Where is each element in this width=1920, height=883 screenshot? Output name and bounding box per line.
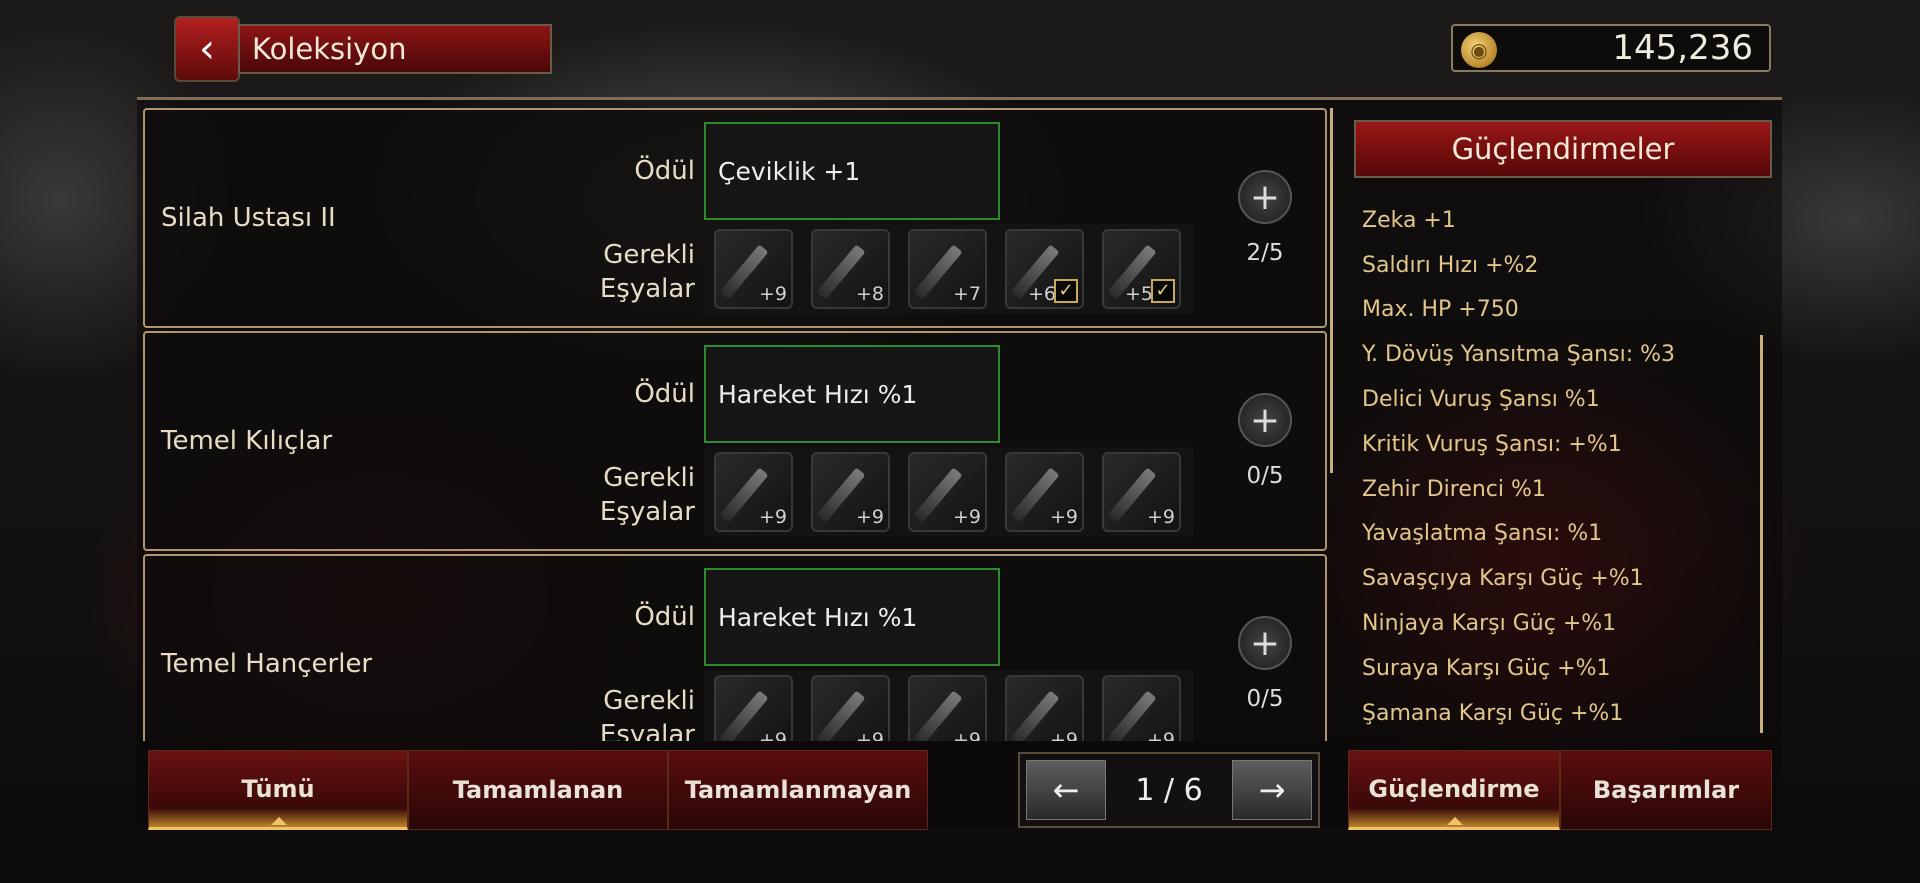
add-button[interactable]: +: [1238, 170, 1292, 224]
tab-achievements[interactable]: Başarımlar: [1560, 750, 1772, 830]
item-slot[interactable]: +7: [908, 229, 987, 309]
list-scrollbar[interactable]: [1330, 108, 1333, 473]
item-slot[interactable]: +9: [714, 452, 793, 532]
collection-name: Silah Ustası II: [161, 203, 336, 233]
collection-card: Silah Ustası II Ödül Çeviklik +1 Gerekli…: [143, 108, 1327, 328]
reward-value: Hareket Hızı %1: [704, 568, 1000, 666]
arrow-right-icon: →: [1258, 771, 1286, 809]
side-tabs: Güçlendirme Başarımlar: [1348, 750, 1772, 830]
buff-scrollbar[interactable]: [1760, 335, 1763, 733]
item-slot[interactable]: +9: [908, 452, 987, 532]
required-items: +9 +8 +7 +6 ✓ +5 ✓: [704, 224, 1194, 314]
checkmark-icon: ✓: [1151, 279, 1175, 303]
next-page-button[interactable]: →: [1231, 760, 1312, 820]
buff-item: Y. Dövüş Yansıtma Şansı: %3: [1362, 342, 1675, 368]
currency-amount: 145,236: [1612, 28, 1753, 68]
coin-icon: ◉: [1461, 32, 1497, 68]
prev-page-button[interactable]: ←: [1026, 760, 1106, 820]
add-button[interactable]: +: [1238, 393, 1292, 447]
buff-item: Şamana Karşı Güç +%1: [1362, 700, 1624, 726]
item-slot[interactable]: +9: [1102, 452, 1181, 532]
buff-list: Zeka +1 Saldırı Hızı +%2 Max. HP +750 Y.…: [1362, 198, 1762, 736]
buff-item: Yavaşlatma Şansı: %1: [1362, 521, 1603, 547]
item-slot[interactable]: +9: [1005, 675, 1084, 741]
tab-completed[interactable]: Tamamlanan: [408, 750, 668, 830]
buff-item: Ninjaya Karşı Güç +%1: [1362, 611, 1617, 637]
item-slot[interactable]: +9: [1102, 675, 1181, 741]
page-indicator: 1 / 6: [1135, 772, 1203, 808]
tab-incomplete[interactable]: Tamamlanmayan: [668, 750, 928, 830]
buff-panel-title: Güçlendirmeler: [1354, 120, 1772, 178]
collection-list[interactable]: Silah Ustası II Ödül Çeviklik +1 Gerekli…: [143, 108, 1328, 741]
required-items-label: Gerekli Eşyalar: [599, 240, 695, 304]
pagination: ← 1 / 6 →: [1018, 752, 1320, 828]
tab-all[interactable]: Tümü: [148, 750, 408, 830]
item-slot[interactable]: +9: [714, 229, 793, 309]
item-slot[interactable]: +9: [908, 675, 987, 741]
tab-buffs[interactable]: Güçlendirme: [1348, 750, 1560, 830]
collection-card: Temel Kılıçlar Ödül Hareket Hızı %1 Gere…: [143, 331, 1327, 551]
buff-item: Delici Vuruş Şansı %1: [1362, 387, 1600, 413]
reward-label: Ödül: [634, 156, 695, 186]
reward-label: Ödül: [634, 602, 695, 632]
buff-item: Savaşçıya Karşı Güç +%1: [1362, 566, 1644, 592]
required-items-label: Gerekli Eşyalar: [599, 686, 695, 741]
reward-label: Ödül: [634, 379, 695, 409]
reward-value: Hareket Hızı %1: [704, 345, 1000, 443]
item-slot[interactable]: +9: [714, 675, 793, 741]
checkmark-icon: ✓: [1054, 279, 1078, 303]
page-title: Koleksiyon: [238, 24, 552, 74]
header: ‹ Koleksiyon: [174, 16, 552, 82]
buff-item: Saldırı Hızı +%2: [1362, 252, 1539, 278]
buff-item: Kritik Vuruş Şansı: +%1: [1362, 431, 1622, 457]
back-button[interactable]: ‹: [174, 16, 240, 82]
required-items: +9 +9 +9 +9 +9: [704, 447, 1194, 537]
buff-panel: Güçlendirmeler Zeka +1 Saldırı Hızı +%2 …: [1347, 108, 1777, 738]
collection-name: Temel Hançerler: [161, 649, 373, 679]
reward-value: Çeviklik +1: [704, 122, 1000, 220]
collection-progress: 2/5: [1246, 240, 1284, 266]
required-items-label: Gerekli Eşyalar: [599, 463, 695, 527]
collection-card: Temel Hançerler Ödül Hareket Hızı %1 Ger…: [143, 554, 1327, 741]
required-items: +9 +9 +9 +9 +9: [704, 670, 1194, 741]
buff-item: Suraya Karşı Güç +%1: [1362, 655, 1611, 681]
item-slot[interactable]: +5 ✓: [1102, 229, 1181, 309]
currency-display: ◉ 145,236: [1451, 24, 1771, 72]
item-slot[interactable]: +9: [1005, 452, 1084, 532]
collection-progress: 0/5: [1246, 463, 1284, 489]
item-slot[interactable]: +9: [811, 452, 890, 532]
filter-tabs: Tümü Tamamlanan Tamamlanmayan: [148, 750, 928, 830]
arrow-left-icon: ←: [1052, 771, 1080, 809]
item-slot[interactable]: +9: [811, 675, 890, 741]
collection-progress: 0/5: [1246, 686, 1284, 712]
collection-name: Temel Kılıçlar: [161, 426, 333, 456]
add-button[interactable]: +: [1238, 616, 1292, 670]
buff-item: Max. HP +750: [1362, 297, 1519, 323]
item-slot[interactable]: +8: [811, 229, 890, 309]
back-arrow-icon: ‹: [199, 26, 215, 72]
item-slot[interactable]: +6 ✓: [1005, 229, 1084, 309]
buff-item: Zeka +1: [1362, 207, 1456, 233]
buff-item: Zehir Direnci %1: [1362, 476, 1546, 502]
